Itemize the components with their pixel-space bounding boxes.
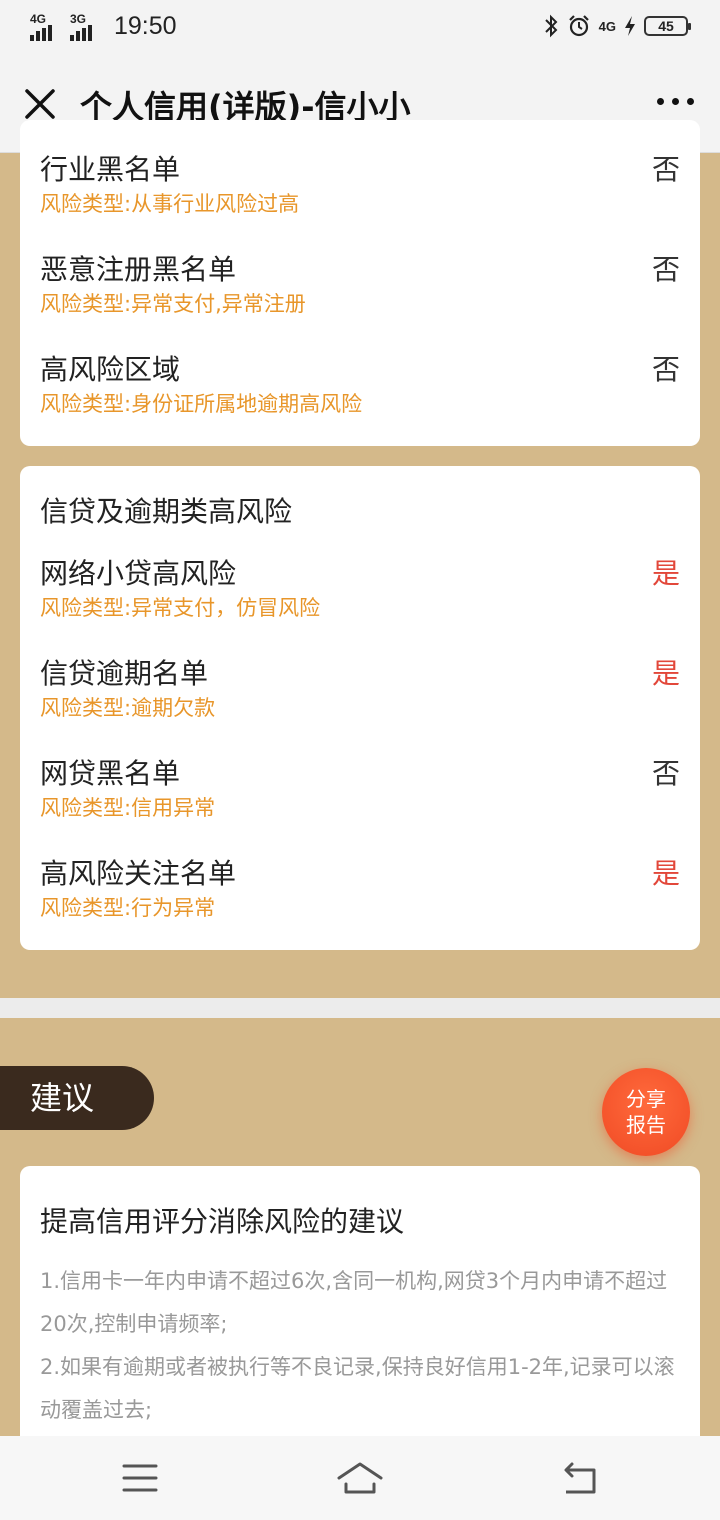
menu-button[interactable] [122,1458,158,1502]
more-dot-icon [657,98,664,105]
risk-item-value: 是 [651,857,680,890]
more-dot-icon [687,98,694,105]
network-4g-label: 4G [598,18,616,34]
risk-item-name: 网贷黑名单 [40,757,181,790]
advice-item: 1.信用卡一年内申请不超过6次,含同一机构,网贷3个月内申请不超过20次,控制申… [40,1269,668,1336]
risk-item-name: 信贷逾期名单 [40,657,209,690]
risk-card-credit-overdue: 信贷及逾期类高风险 网络小贷高风险 是 风险类型:异常支付，仿冒风险 信贷逾期名… [20,466,700,950]
risk-item-name: 行业黑名单 [40,153,181,186]
advice-title: 提高信用评分消除风险的建议 [40,1205,405,1238]
share-report-button[interactable]: 分享 报告 [602,1068,690,1156]
risk-card-blacklist: 行业黑名单 否 风险类型:从事行业风险过高 恶意注册黑名单 否 风险类型:异常支… [20,120,700,446]
share-label-line1: 分享 [626,1087,666,1111]
alarm-icon [568,15,589,37]
back-button[interactable] [560,1458,600,1502]
advice-section-tab: 建议 [0,1066,154,1130]
sim1-network-label: 4G [30,11,47,26]
sim2-network-label: 3G [70,11,87,26]
signal-icon: 4G [30,13,64,41]
advice-card: 提高信用评分消除风险的建议 1.信用卡一年内申请不超过6次,含同一机构,网贷3个… [20,1166,700,1466]
risk-item-name: 网络小贷高风险 [40,557,237,590]
battery-icon: 45 [644,16,691,36]
risk-item-value: 是 [651,657,680,690]
section-divider [0,998,720,1018]
status-right: 4G 45 [543,14,691,38]
risk-type-label: 风险类型:信用异常 [40,796,216,820]
bluetooth-icon [544,14,558,38]
advice-text: 1.信用卡一年内申请不超过6次,含同一机构,网贷3个月内申请不超过20次,控制申… [40,1260,682,1432]
risk-type-label: 风险类型:行为异常 [40,896,216,920]
system-nav-bar [0,1436,720,1520]
risk-type-label: 风险类型:逾期欠款 [40,696,216,720]
more-dot-icon [672,98,679,105]
charging-icon [625,16,635,36]
menu-icon [122,1464,158,1492]
risk-item-name: 高风险关注名单 [40,857,237,890]
back-icon [564,1462,596,1494]
risk-item-value: 否 [651,757,680,790]
risk-item-value: 否 [651,153,680,186]
home-button[interactable] [336,1458,384,1502]
more-options-button[interactable] [657,98,694,105]
close-icon [25,89,55,119]
risk-type-label: 风险类型:从事行业风险过高 [40,192,300,216]
share-label-line2: 报告 [626,1113,666,1137]
risk-item-name: 恶意注册黑名单 [40,253,237,286]
battery-level: 45 [658,18,674,34]
home-icon [337,1462,383,1494]
risk-type-label: 风险类型:异常支付，仿冒风险 [40,596,321,620]
risk-item-value: 否 [651,253,680,286]
status-left: 4G 3G 19:50 [30,12,177,41]
risk-item-value: 否 [651,353,680,386]
signal-icon: 3G [70,13,104,41]
close-button[interactable] [22,86,58,122]
risk-item-value: 是 [651,557,680,590]
risk-item-name: 高风险区域 [40,353,181,386]
card-heading: 信贷及逾期类高风险 [40,495,293,528]
risk-type-label: 风险类型:身份证所属地逾期高风险 [40,392,363,416]
advice-item: 2.如果有逾期或者被执行等不良记录,保持良好信用1-2年,记录可以滚动覆盖过去; [40,1355,675,1422]
risk-type-label: 风险类型:异常支付,异常注册 [40,292,306,316]
status-bar: 4G 3G 19:50 4G 45 [0,0,720,56]
status-time: 19:50 [114,12,177,40]
